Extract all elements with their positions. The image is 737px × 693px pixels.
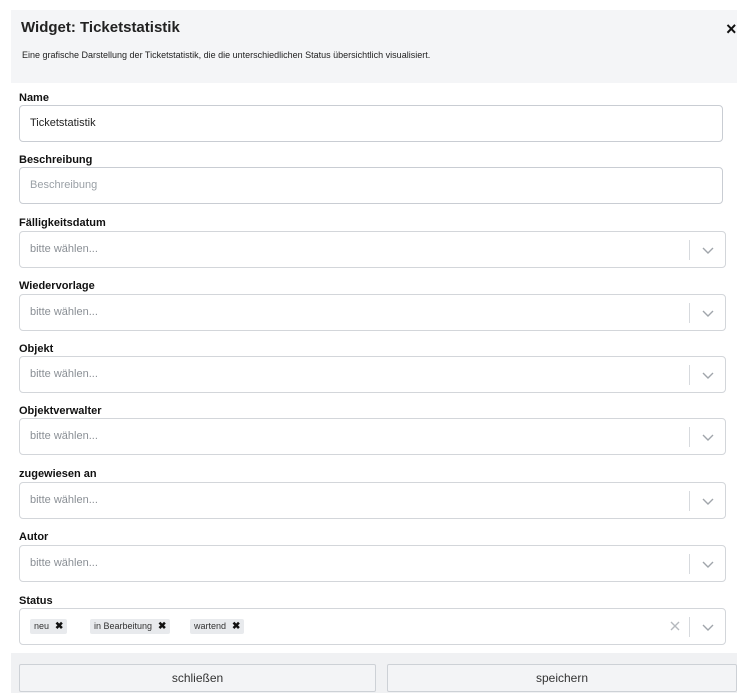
clear-icon[interactable] [668, 619, 682, 633]
select-separator [689, 240, 690, 260]
remove-tag-icon[interactable]: ✖ [158, 619, 166, 634]
zugewiesen-an-select[interactable]: bitte wählen... [19, 482, 726, 519]
widget-dialog: Widget: Ticketstatistik Eine grafische D… [11, 10, 737, 693]
autor-label: Autor [19, 531, 49, 543]
autor-placeholder: bitte wählen... [30, 557, 98, 569]
chevron-down-icon[interactable] [700, 305, 716, 321]
chevron-down-icon[interactable] [700, 556, 716, 572]
wiedervorlage-placeholder: bitte wählen... [30, 306, 98, 318]
remove-tag-icon[interactable]: ✖ [55, 619, 63, 634]
select-separator [689, 365, 690, 385]
name-field[interactable]: Ticketstatistik [19, 105, 723, 142]
status-tag-label: neu [34, 621, 50, 631]
select-separator [689, 303, 690, 323]
chevron-down-icon[interactable] [700, 493, 716, 509]
chevron-down-icon[interactable] [700, 242, 716, 258]
faelligkeitsdatum-placeholder: bitte wählen... [30, 243, 98, 255]
save-button[interactable]: speichern [387, 664, 737, 692]
beschreibung-label: Beschreibung [19, 154, 93, 166]
chevron-down-icon[interactable] [700, 429, 716, 445]
beschreibung-field[interactable]: Beschreibung [19, 167, 723, 204]
zugewiesen-an-placeholder: bitte wählen... [30, 494, 98, 506]
status-label: Status [19, 595, 53, 607]
objektverwalter-label: Objektverwalter [19, 405, 102, 417]
objektverwalter-placeholder: bitte wählen... [30, 430, 98, 442]
objekt-placeholder: bitte wählen... [30, 368, 98, 380]
autor-select[interactable]: bitte wählen... [19, 545, 726, 582]
select-separator [689, 617, 690, 637]
name-value: Ticketstatistik [30, 117, 96, 129]
chevron-down-icon[interactable] [700, 619, 716, 635]
dialog-footer: schließen speichern [11, 653, 737, 693]
dialog-header: Widget: Ticketstatistik Eine grafische D… [11, 10, 737, 83]
dialog-description: Eine grafische Darstellung der Ticketsta… [22, 50, 431, 60]
close-icon[interactable]: × [726, 20, 737, 38]
status-tag: in Bearbeitung ✖ [90, 619, 171, 634]
select-separator [689, 554, 690, 574]
name-label: Name [19, 92, 49, 104]
objekt-select[interactable]: bitte wählen... [19, 356, 726, 393]
select-separator [689, 427, 690, 447]
status-tag: wartend ✖ [190, 619, 245, 634]
dialog-title: Widget: Ticketstatistik [21, 19, 180, 36]
wiedervorlage-select[interactable]: bitte wählen... [19, 294, 726, 331]
status-select[interactable]: neu ✖ in Bearbeitung ✖ wartend ✖ [19, 608, 726, 645]
faelligkeitsdatum-select[interactable]: bitte wählen... [19, 231, 726, 268]
status-tag: neu ✖ [30, 619, 68, 634]
remove-tag-icon[interactable]: ✖ [232, 619, 240, 634]
status-tag-label: in Bearbeitung [94, 621, 153, 631]
close-button[interactable]: schließen [19, 664, 376, 692]
objektverwalter-select[interactable]: bitte wählen... [19, 418, 726, 455]
faelligkeitsdatum-label: Fälligkeitsdatum [19, 217, 106, 229]
select-separator [689, 491, 690, 511]
beschreibung-placeholder: Beschreibung [30, 179, 98, 191]
zugewiesen-an-label: zugewiesen an [19, 468, 97, 480]
chevron-down-icon[interactable] [700, 367, 716, 383]
status-tag-label: wartend [194, 621, 227, 631]
wiedervorlage-label: Wiedervorlage [19, 280, 95, 292]
objekt-label: Objekt [19, 343, 54, 355]
